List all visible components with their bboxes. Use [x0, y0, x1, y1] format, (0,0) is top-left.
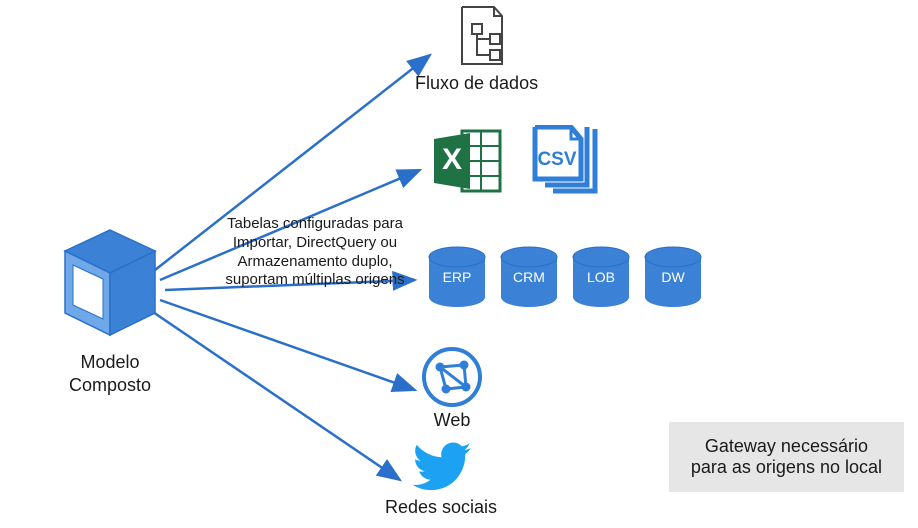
web-icon — [420, 345, 484, 409]
arrow-to-social — [150, 310, 400, 480]
target-social: Redes sociais — [385, 440, 497, 519]
gateway-note-line2: para as origens no local — [691, 457, 882, 478]
target-dataflow: Fluxo de dados — [415, 2, 538, 95]
db-lob: LOB — [569, 245, 633, 309]
arrow-to-web — [160, 300, 415, 390]
gateway-note: Gateway necessário para as origens no lo… — [669, 422, 904, 492]
target-files: X CSV — [430, 125, 605, 197]
csv-icon: CSV — [527, 125, 605, 197]
source-label: Modelo Composto — [69, 351, 151, 396]
target-web: Web — [420, 345, 484, 432]
csv-text: CSV — [537, 149, 576, 170]
gateway-note-line1: Gateway necessário — [691, 436, 882, 457]
social-label: Redes sociais — [385, 496, 497, 519]
dataflow-icon — [442, 2, 512, 72]
db-crm: CRM — [497, 245, 561, 309]
source-node: Modelo Composto — [55, 225, 165, 396]
twitter-icon — [409, 440, 473, 496]
db-lob-label: LOB — [569, 245, 633, 309]
cube-icon — [55, 225, 165, 345]
arrows-description: Tabelas configuradas para Importar, Dire… — [225, 215, 405, 290]
db-erp-label: ERP — [425, 245, 489, 309]
dataflow-label: Fluxo de dados — [415, 72, 538, 95]
svg-text:X: X — [442, 143, 462, 176]
db-crm-label: CRM — [497, 245, 561, 309]
excel-icon: X — [430, 125, 505, 197]
db-erp: ERP — [425, 245, 489, 309]
target-databases: ERP CRM LOB — [425, 245, 705, 309]
web-label: Web — [434, 409, 471, 432]
db-dw: DW — [641, 245, 705, 309]
db-dw-label: DW — [641, 245, 705, 309]
